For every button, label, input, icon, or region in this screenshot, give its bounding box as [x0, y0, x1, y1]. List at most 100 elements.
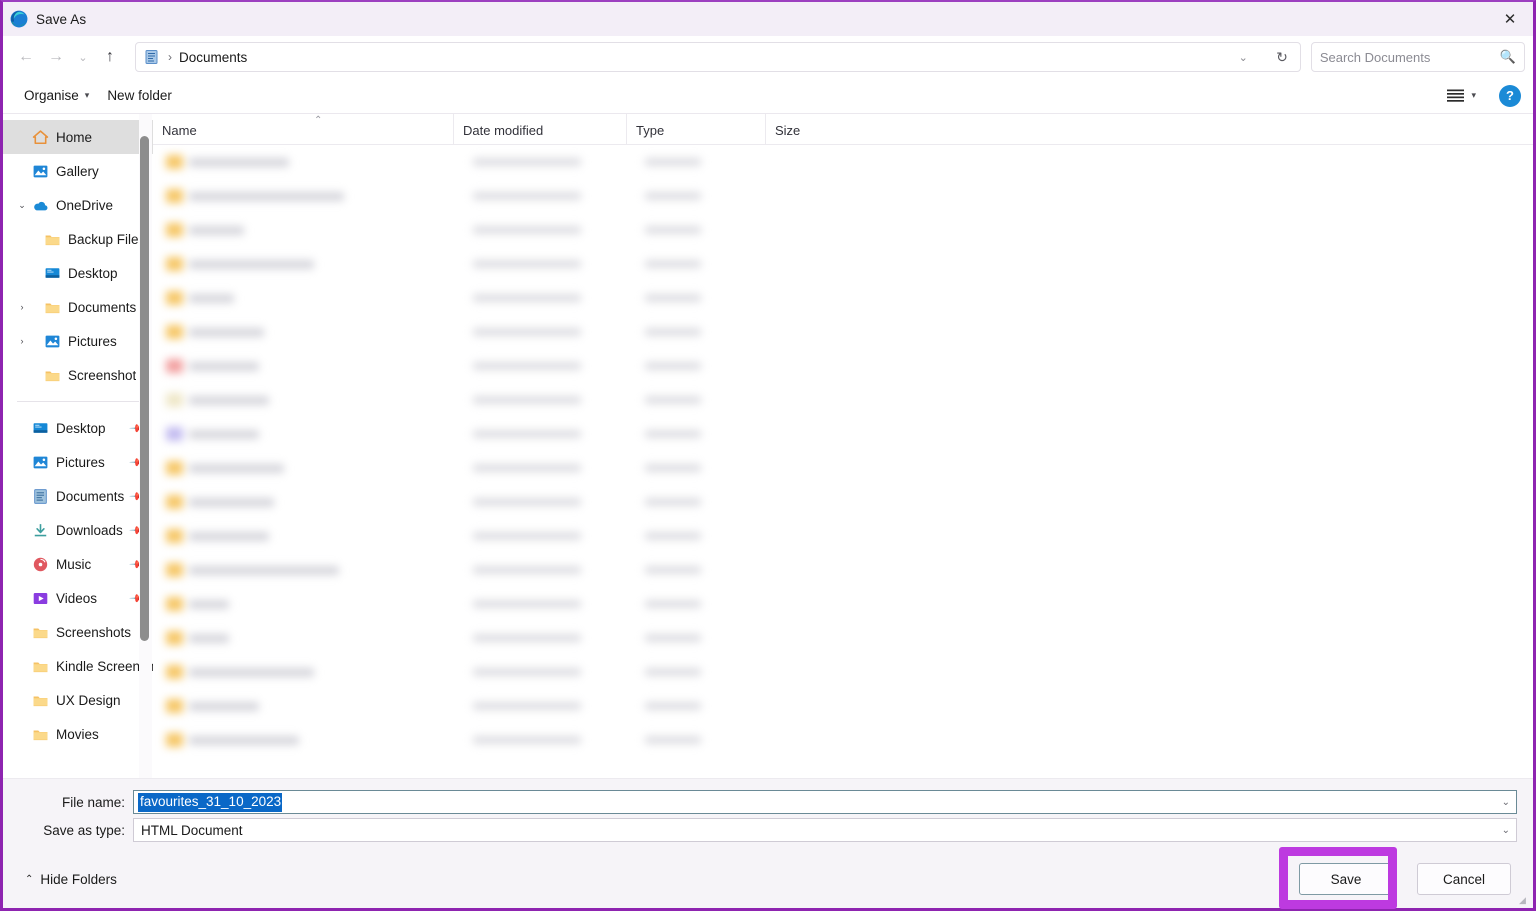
sort-ascending-icon: ⌃	[314, 115, 322, 126]
search-icon[interactable]: 🔍	[1500, 49, 1516, 65]
filename-field[interactable]: favourites_31_10_2023 ⌄	[133, 790, 1517, 814]
save-button[interactable]: Save	[1299, 863, 1393, 895]
table-row[interactable]	[153, 213, 1533, 247]
table-row-content	[153, 291, 1533, 305]
sidebar-item-ux-design[interactable]: UX Design	[3, 683, 153, 717]
table-row[interactable]	[153, 145, 1533, 179]
sidebar-scrollbar-thumb[interactable]	[140, 136, 149, 641]
sidebar-item-screenshot[interactable]: Screenshot	[3, 358, 153, 392]
music-icon	[31, 555, 49, 573]
table-row[interactable]	[153, 417, 1533, 451]
back-button[interactable]: ←	[11, 42, 41, 72]
filetype-value: HTML Document	[138, 823, 243, 838]
breadcrumb[interactable]: Documents	[179, 50, 247, 65]
sidebar-item-onedrive[interactable]: ⌄OneDrive	[3, 188, 153, 222]
address-bar[interactable]: › Documents ⌄ ↻	[135, 42, 1301, 72]
table-row[interactable]	[153, 485, 1533, 519]
sidebar-item-movies[interactable]: Movies	[3, 717, 153, 751]
dialog-footer: ⌃ Hide Folders Save Cancel ◢	[3, 850, 1533, 908]
file-icon	[166, 597, 183, 611]
sidebar-item-kindle-screensho[interactable]: Kindle Screensho	[3, 649, 153, 683]
command-bar-right: ▾ ?	[1440, 84, 1521, 107]
table-row[interactable]	[153, 315, 1533, 349]
table-row[interactable]	[153, 689, 1533, 723]
new-folder-button[interactable]: New folder	[98, 83, 181, 108]
filetype-field[interactable]: HTML Document ⌄	[133, 818, 1517, 842]
type-cell	[645, 532, 701, 540]
file-rows[interactable]	[153, 145, 1533, 778]
sidebar-item-backup-files[interactable]: Backup Files	[3, 222, 153, 256]
type-cell	[645, 362, 701, 370]
folder-icon	[32, 692, 49, 709]
table-row-content	[153, 325, 1533, 339]
videos-icon	[31, 589, 49, 607]
table-row[interactable]	[153, 655, 1533, 689]
column-header-name[interactable]: Name	[153, 114, 453, 144]
date-modified-cell	[473, 294, 581, 302]
sidebar-item-desktop[interactable]: Desktop	[3, 256, 153, 290]
column-label: Size	[775, 123, 800, 138]
sidebar-item-home[interactable]: Home	[3, 120, 153, 154]
table-row[interactable]	[153, 519, 1533, 553]
sidebar-item-gallery[interactable]: Gallery	[3, 154, 153, 188]
up-button[interactable]: ↑	[95, 42, 125, 72]
recent-locations-button[interactable]: ⌄	[71, 42, 95, 72]
date-modified-cell	[473, 396, 581, 404]
chevron-down-icon[interactable]: ⌄	[13, 200, 31, 211]
column-header-type[interactable]: Type	[626, 114, 765, 144]
table-row[interactable]	[153, 383, 1533, 417]
folder-icon	[32, 624, 49, 641]
table-row[interactable]	[153, 723, 1533, 757]
date-modified-cell	[473, 192, 581, 200]
documents-icon	[31, 487, 49, 505]
file-icon	[166, 495, 183, 509]
list-view-icon	[1447, 89, 1464, 102]
sidebar-item-pictures[interactable]: ›Pictures	[3, 324, 153, 358]
chevron-down-icon[interactable]: ⌄	[1502, 825, 1510, 836]
file-icon	[166, 427, 183, 441]
table-row[interactable]	[153, 349, 1533, 383]
organise-button[interactable]: Organise ▾	[15, 83, 98, 108]
sidebar-item-videos[interactable]: Videos📌	[3, 581, 153, 615]
chevron-down-icon[interactable]: ⌄	[1502, 797, 1510, 808]
chevron-down-icon[interactable]: ⌄	[1239, 43, 1248, 71]
sidebar-item-documents[interactable]: Documents📌	[3, 479, 153, 513]
search-box[interactable]: 🔍	[1311, 42, 1525, 72]
search-input[interactable]	[1320, 50, 1496, 65]
folder-icon	[44, 299, 61, 316]
forward-button[interactable]: →	[41, 42, 71, 72]
table-row[interactable]	[153, 587, 1533, 621]
chevron-up-icon: ⌃	[25, 874, 33, 885]
refresh-icon[interactable]: ↻	[1276, 43, 1288, 71]
sidebar-item-documents[interactable]: ›Documents	[3, 290, 153, 324]
type-cell	[645, 328, 701, 336]
cancel-button[interactable]: Cancel	[1417, 863, 1511, 895]
view-options-button[interactable]: ▾	[1440, 84, 1483, 107]
sidebar-item-desktop[interactable]: Desktop📌	[3, 411, 153, 445]
table-row[interactable]	[153, 451, 1533, 485]
close-icon[interactable]: ✕	[1487, 2, 1533, 36]
column-header-size[interactable]: Size	[765, 114, 864, 144]
filename-value[interactable]: favourites_31_10_2023	[138, 793, 282, 812]
sidebar-item-downloads[interactable]: Downloads📌	[3, 513, 153, 547]
sidebar-item-screenshots[interactable]: Screenshots	[3, 615, 153, 649]
resize-grip-icon[interactable]: ◢	[1519, 895, 1529, 905]
type-cell	[645, 294, 701, 302]
sidebar-item-label: UX Design	[56, 693, 121, 708]
sidebar-item-music[interactable]: Music📌	[3, 547, 153, 581]
table-row[interactable]	[153, 247, 1533, 281]
table-row[interactable]	[153, 621, 1533, 655]
column-header-date-modified[interactable]: Date modified	[453, 114, 626, 144]
sidebar-scrollbar-track[interactable]	[139, 114, 152, 778]
type-cell	[645, 702, 701, 710]
chevron-right-icon[interactable]: ›	[13, 336, 31, 346]
help-button[interactable]: ?	[1499, 85, 1521, 107]
file-icon	[166, 257, 183, 271]
hide-folders-button[interactable]: ⌃ Hide Folders	[25, 872, 117, 887]
table-row[interactable]	[153, 179, 1533, 213]
sidebar-item-pictures[interactable]: Pictures📌	[3, 445, 153, 479]
desktop-icon	[31, 419, 49, 437]
chevron-right-icon[interactable]: ›	[13, 302, 31, 312]
table-row[interactable]	[153, 553, 1533, 587]
table-row[interactable]	[153, 281, 1533, 315]
